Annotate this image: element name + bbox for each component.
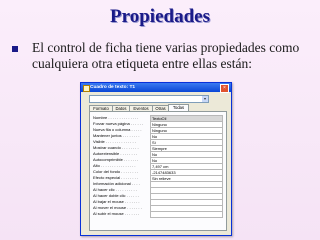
property-name: Al hacer clic . . . . . . . . . . — [93, 187, 137, 192]
object-selector[interactable]: ▾ — [89, 95, 209, 103]
property-name: Autocomprimible . . . . . . . — [93, 157, 139, 162]
property-name: Forzar nueva página . . . . . . — [93, 121, 144, 126]
square-bullet-icon — [12, 46, 18, 52]
property-row[interactable]: Autoextensible . . . . . . . . No — [93, 151, 223, 158]
dialog-titlebar[interactable]: Cuadro de texto: T1 × — [81, 83, 231, 93]
property-row[interactable]: Color del fondo . . . . . . . . -2147483… — [93, 169, 223, 176]
property-name: Al mover el mouse . . . . . . . — [93, 205, 142, 210]
property-row[interactable]: Al mover el mouse . . . . . . . — [93, 205, 223, 212]
property-name: Al bajar el mouse . . . . . . . — [93, 199, 140, 204]
properties-dialog: Cuadro de texto: T1 × ▾ Formato Datos Ev… — [80, 82, 232, 236]
textbox-icon — [83, 85, 90, 92]
property-name: Al hacer doble clic . . . . . . — [93, 193, 139, 198]
property-row[interactable]: Mostrar cuando . . . . . . . . Siempre — [93, 145, 223, 152]
property-name: Visible . . . . . . . . . . . . . . — [93, 139, 136, 144]
property-row[interactable]: Nueva fila o columna . . . . . Ninguno — [93, 127, 223, 134]
property-row[interactable]: Autocomprimible . . . . . . . No — [93, 157, 223, 164]
tab-strip: Formato Datos Eventos Otras Todas — [89, 104, 229, 112]
close-icon[interactable]: × — [220, 84, 229, 93]
property-row[interactable]: Al subir el mouse . . . . . . . — [93, 211, 223, 218]
property-row[interactable]: Al hacer doble clic . . . . . . — [93, 193, 223, 200]
property-row[interactable]: Forzar nueva página . . . . . . Ninguno — [93, 121, 223, 128]
property-name: Efecto especial . . . . . . . . — [93, 175, 138, 180]
property-row[interactable]: Nombre . . . . . . . . . . . . . . Texto… — [93, 115, 223, 122]
property-name: Nueva fila o columna . . . . . — [93, 127, 142, 132]
properties-panel: Nombre . . . . . . . . . . . . . . Texto… — [89, 111, 227, 231]
chevron-down-icon[interactable]: ▾ — [202, 96, 208, 102]
slide-title: Propiedades — [110, 6, 210, 27]
property-name: Color del fondo . . . . . . . . — [93, 169, 138, 174]
property-row[interactable]: Al hacer clic . . . . . . . . . . — [93, 187, 223, 194]
property-name: Nombre . . . . . . . . . . . . . . — [93, 115, 139, 120]
property-row[interactable]: Información adicional . . . . — [93, 181, 223, 188]
property-name: Mostrar cuando . . . . . . . . — [93, 145, 139, 150]
property-row[interactable]: Visible . . . . . . . . . . . . . . Sí — [93, 139, 223, 146]
bullet-text: El control de ficha tiene varias propied… — [32, 40, 300, 71]
property-value[interactable] — [150, 211, 223, 218]
property-name: Mantener juntos . . . . . . . . — [93, 133, 140, 138]
property-row[interactable]: Al bajar el mouse . . . . . . . — [93, 199, 223, 206]
property-name: Autoextensible . . . . . . . . — [93, 151, 138, 156]
property-name: Alto . . . . . . . . . . . . . . . . — [93, 163, 136, 168]
property-row[interactable]: Alto . . . . . . . . . . . . . . . . 7,4… — [93, 163, 223, 170]
property-name: Al subir el mouse . . . . . . . — [93, 211, 140, 216]
property-name: Información adicional . . . . — [93, 181, 140, 186]
dialog-title: Cuadro de texto: T1 — [90, 84, 136, 90]
property-row[interactable]: Mantener juntos . . . . . . . . No — [93, 133, 223, 140]
property-row[interactable]: Efecto especial . . . . . . . . Sin reli… — [93, 175, 223, 182]
